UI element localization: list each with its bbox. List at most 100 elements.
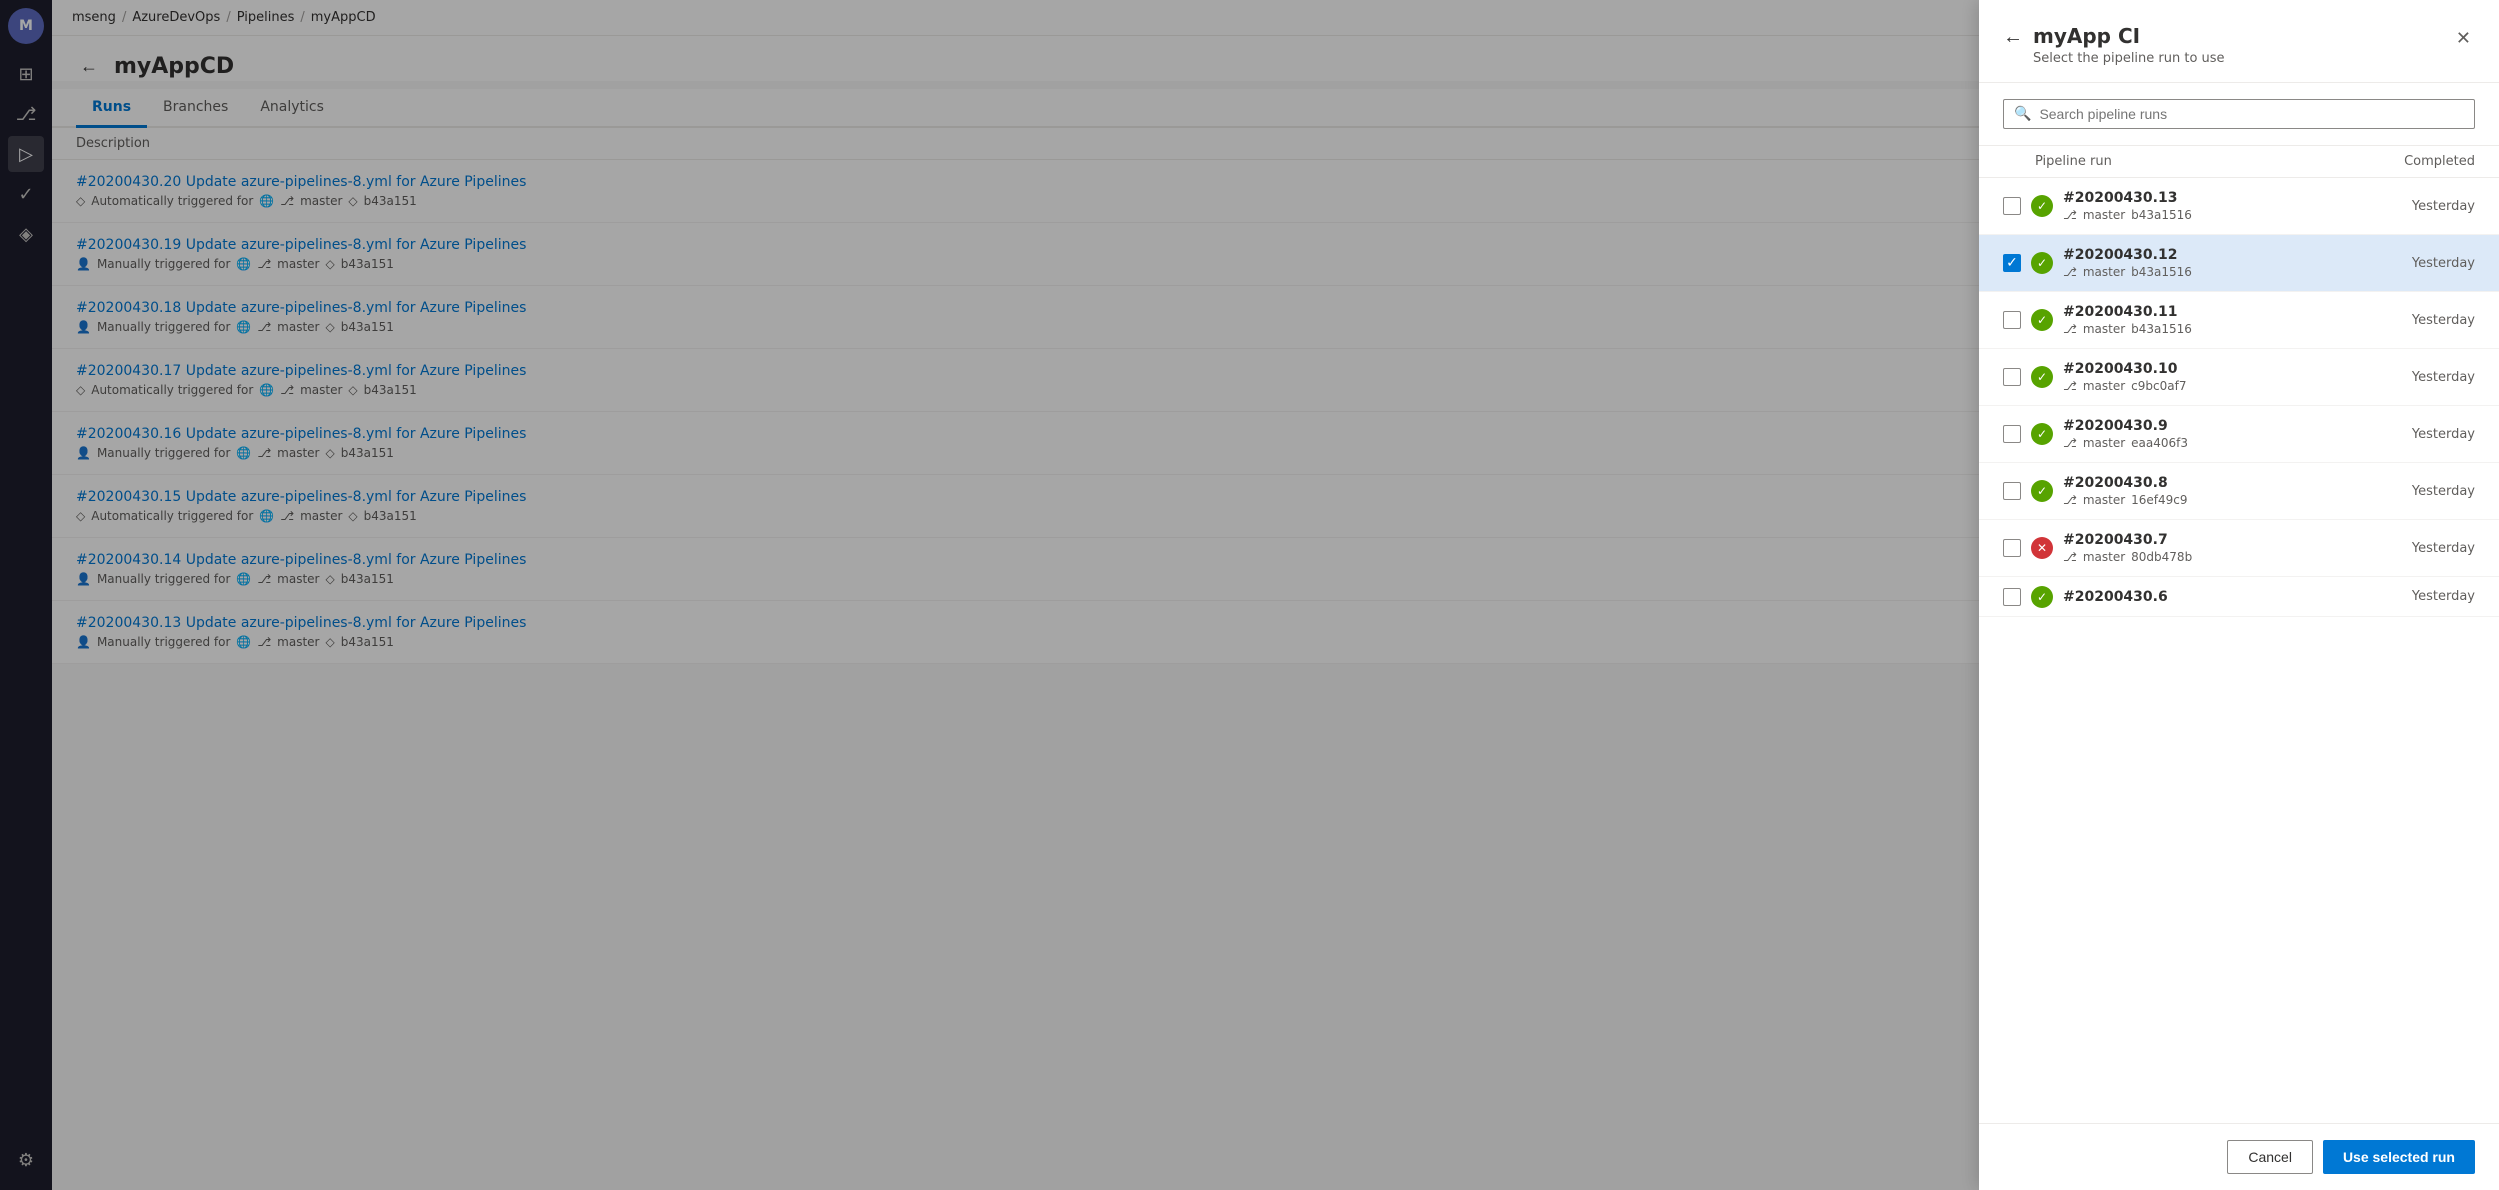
trigger-text: Manually triggered for xyxy=(97,572,230,586)
panel-footer: Cancel Use selected run xyxy=(1979,1123,2499,1190)
repos-icon[interactable]: ⎇ xyxy=(8,96,44,132)
branch-icon: ⎇ xyxy=(2063,493,2077,507)
branch-icon: ⎇ xyxy=(2063,550,2077,564)
run-checkbox[interactable] xyxy=(2003,368,2021,386)
branch-name: master xyxy=(277,572,319,586)
run-checkbox[interactable] xyxy=(2003,311,2021,329)
artifacts-icon[interactable]: ◈ xyxy=(8,216,44,252)
commit-icon: ◇ xyxy=(326,572,335,586)
panel-run-item[interactable]: ✓ #20200430.10 ⎇ master c9bc0af7 Yesterd… xyxy=(1979,349,2499,406)
branch-icon: ⎇ xyxy=(280,194,294,208)
breadcrumb-sep-2: / xyxy=(226,10,230,25)
run-branch: master xyxy=(2083,265,2125,279)
settings-icon[interactable]: ⚙ xyxy=(8,1142,44,1178)
run-info: #20200430.11 ⎇ master b43a1516 xyxy=(2063,304,2365,336)
run-id: #20200430.6 xyxy=(2063,589,2365,605)
panel-subtitle: Select the pipeline run to use xyxy=(2033,51,2225,66)
breadcrumb-sep-3: / xyxy=(300,10,304,25)
test-icon[interactable]: ✓ xyxy=(8,176,44,212)
run-completed: Yesterday xyxy=(2375,256,2475,271)
commit-hash: b43a151 xyxy=(364,509,417,523)
run-id: #20200430.9 xyxy=(2063,418,2365,434)
branch-icon: ⎇ xyxy=(2063,436,2077,450)
cancel-button[interactable]: Cancel xyxy=(2227,1140,2313,1174)
panel-run-item[interactable]: ✓ #20200430.11 ⎇ master b43a1516 Yesterd… xyxy=(1979,292,2499,349)
run-status-success-icon: ✓ xyxy=(2031,586,2053,608)
run-meta: ⎇ master b43a1516 xyxy=(2063,322,2365,336)
run-checkbox[interactable] xyxy=(2003,539,2021,557)
branch-icon: ⎇ xyxy=(257,635,271,649)
branch-icon: ⎇ xyxy=(2063,322,2077,336)
panel-run-item[interactable]: ✕ #20200430.7 ⎇ master 80db478b Yesterda… xyxy=(1979,520,2499,577)
run-id: #20200430.12 xyxy=(2063,247,2365,263)
run-checkbox[interactable] xyxy=(2003,197,2021,215)
run-commit: 16ef49c9 xyxy=(2131,493,2187,507)
commit-icon: ◇ xyxy=(326,320,335,334)
user-icon: 🌐 xyxy=(236,320,251,334)
breadcrumb-mseng[interactable]: mseng xyxy=(72,10,116,25)
run-status-success-icon: ✓ xyxy=(2031,480,2053,502)
tab-branches[interactable]: Branches xyxy=(147,89,244,128)
run-status-success-icon: ✓ xyxy=(2031,309,2053,331)
run-checkbox[interactable] xyxy=(2003,425,2021,443)
search-box: 🔍 xyxy=(2003,99,2475,129)
user-icon: 🌐 xyxy=(259,383,274,397)
user-icon: 🌐 xyxy=(259,509,274,523)
branch-icon: ⎇ xyxy=(280,509,294,523)
run-commit: 80db478b xyxy=(2131,550,2192,564)
breadcrumb-myappcd[interactable]: myAppCD xyxy=(311,10,376,25)
run-commit: c9bc0af7 xyxy=(2131,379,2186,393)
user-icon: 🌐 xyxy=(259,194,274,208)
panel-title-block: myApp CI Select the pipeline run to use xyxy=(2033,24,2225,66)
trigger-text: Manually triggered for xyxy=(97,635,230,649)
panel-header: ← myApp CI Select the pipeline run to us… xyxy=(1979,0,2499,83)
run-commit: b43a1516 xyxy=(2131,322,2192,336)
user-icon: 🌐 xyxy=(236,572,251,586)
search-input[interactable] xyxy=(2039,106,2464,122)
branch-icon: ⎇ xyxy=(257,320,271,334)
page-title: myAppCD xyxy=(114,54,234,79)
run-status-success-icon: ✓ xyxy=(2031,252,2053,274)
boards-icon[interactable]: ⊞ xyxy=(8,56,44,92)
user-icon: 🌐 xyxy=(236,446,251,460)
branch-name: master xyxy=(277,320,319,334)
trigger-icon: 👤 xyxy=(76,257,91,271)
tab-runs[interactable]: Runs xyxy=(76,89,147,128)
branch-name: master xyxy=(277,446,319,460)
user-icon: 🌐 xyxy=(236,635,251,649)
breadcrumb-sep-1: / xyxy=(122,10,126,25)
col-pipeline-run: Pipeline run xyxy=(2003,154,2375,169)
panel-run-item-selected[interactable]: ✓ ✓ #20200430.12 ⎇ master b43a1516 Yeste… xyxy=(1979,235,2499,292)
run-completed: Yesterday xyxy=(2375,427,2475,442)
run-status-failed-icon: ✕ xyxy=(2031,537,2053,559)
panel-close-button[interactable]: ✕ xyxy=(2452,24,2475,53)
panel-run-item[interactable]: ✓ #20200430.6 Yesterday xyxy=(1979,577,2499,617)
panel-run-item[interactable]: ✓ #20200430.9 ⎇ master eaa406f3 Yesterda… xyxy=(1979,406,2499,463)
panel-search-area: 🔍 xyxy=(1979,83,2499,146)
run-checkbox[interactable] xyxy=(2003,588,2021,606)
use-selected-run-button[interactable]: Use selected run xyxy=(2323,1140,2475,1174)
avatar[interactable]: M xyxy=(8,8,44,44)
breadcrumb-azuredevops[interactable]: AzureDevOps xyxy=(132,10,220,25)
run-commit: b43a1516 xyxy=(2131,208,2192,222)
panel-title: myApp CI xyxy=(2033,24,2225,48)
run-completed: Yesterday xyxy=(2375,484,2475,499)
run-checkbox[interactable] xyxy=(2003,482,2021,500)
run-completed: Yesterday xyxy=(2375,199,2475,214)
commit-hash: b43a151 xyxy=(341,446,394,460)
panel-back-button[interactable]: ← xyxy=(2003,26,2023,49)
panel-run-item[interactable]: ✓ #20200430.13 ⎇ master b43a1516 Yesterd… xyxy=(1979,178,2499,235)
commit-hash: b43a151 xyxy=(341,320,394,334)
run-id: #20200430.13 xyxy=(2063,190,2365,206)
run-checkbox-checked[interactable]: ✓ xyxy=(2003,254,2021,272)
run-branch: master xyxy=(2083,379,2125,393)
tab-analytics[interactable]: Analytics xyxy=(244,89,340,128)
commit-icon: ◇ xyxy=(326,635,335,649)
trigger-icon: ◇ xyxy=(76,383,85,397)
commit-hash: b43a151 xyxy=(364,383,417,397)
run-info: #20200430.6 xyxy=(2063,589,2365,605)
pipelines-icon[interactable]: ▷ xyxy=(8,136,44,172)
page-back-button[interactable]: ← xyxy=(76,52,102,81)
breadcrumb-pipelines[interactable]: Pipelines xyxy=(237,10,295,25)
panel-run-item[interactable]: ✓ #20200430.8 ⎇ master 16ef49c9 Yesterda… xyxy=(1979,463,2499,520)
